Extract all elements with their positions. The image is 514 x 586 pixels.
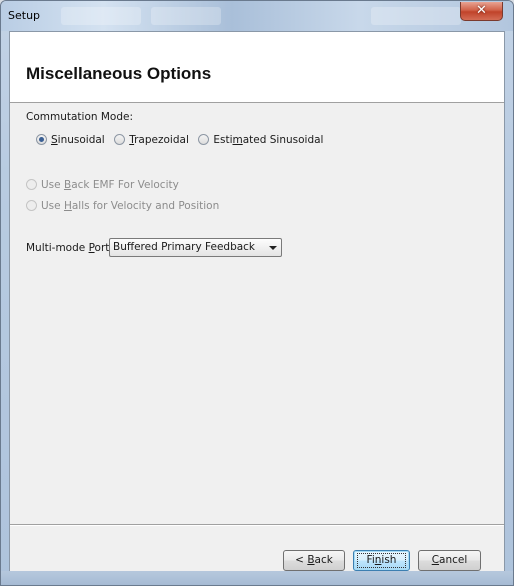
setup-window: Setup ✕ Miscellaneous Options Commutatio… (0, 0, 514, 586)
option-halls-velocity-position: Use Halls for Velocity and Position (26, 199, 219, 215)
dropdown-arrow-icon[interactable] (269, 246, 277, 250)
multimode-port-dropdown[interactable]: Buffered Primary Feedback (109, 238, 282, 257)
radio-button-icon[interactable] (198, 133, 210, 145)
cancel-button[interactable]: Cancel (418, 550, 481, 571)
radio-sinusoidal[interactable]: Sinusoidal (36, 133, 105, 146)
back-button[interactable]: < Back (283, 550, 345, 571)
footer-divider (10, 524, 504, 526)
radio-label-estimated-sinusoidal: Estimated Sinusoidal (213, 133, 324, 146)
radio-estimated-sinusoidal[interactable]: Estimated Sinusoidal (198, 133, 323, 146)
titlebar-glass-reflection (61, 7, 141, 25)
halls-label: Use Halls for Velocity and Position (41, 200, 220, 212)
wizard-header: Miscellaneous Options (10, 32, 504, 103)
window-bottom-frame (1, 571, 513, 585)
disabled-radio-icon (26, 179, 37, 190)
titlebar-glass-reflection (371, 7, 461, 25)
radio-label-trapezoidal: Trapezoidal (129, 133, 189, 146)
disabled-radio-icon (26, 200, 37, 211)
commutation-mode-label: Commutation Mode: (26, 111, 134, 123)
close-button[interactable]: ✕ (460, 2, 503, 21)
radio-button-icon[interactable] (114, 133, 126, 145)
radio-label-sinusoidal: Sinusoidal (51, 133, 105, 146)
multimode-port-value: Buffered Primary Feedback (113, 241, 256, 253)
option-back-emf-velocity: Use Back EMF For Velocity (26, 178, 179, 194)
back-emf-label: Use Back EMF For Velocity (41, 179, 179, 191)
focus-rectangle (357, 553, 406, 568)
page-title: Miscellaneous Options (26, 64, 212, 83)
window-title: Setup (8, 9, 41, 22)
close-icon: ✕ (476, 3, 487, 18)
radio-button-checked-icon[interactable] (36, 133, 47, 145)
title-bar[interactable]: Setup ✕ (1, 1, 513, 31)
radio-trapezoidal[interactable]: Trapezoidal (114, 133, 189, 146)
titlebar-glass-reflection (151, 7, 221, 25)
multimode-port-label: Multi-mode Port: (26, 242, 113, 254)
finish-button[interactable]: Finish (353, 550, 410, 571)
commutation-mode-group: Sinusoidal Trapezoidal Estimated Sinusoi… (36, 132, 329, 148)
dialog-content: Miscellaneous Options Commutation Mode: … (9, 31, 505, 573)
